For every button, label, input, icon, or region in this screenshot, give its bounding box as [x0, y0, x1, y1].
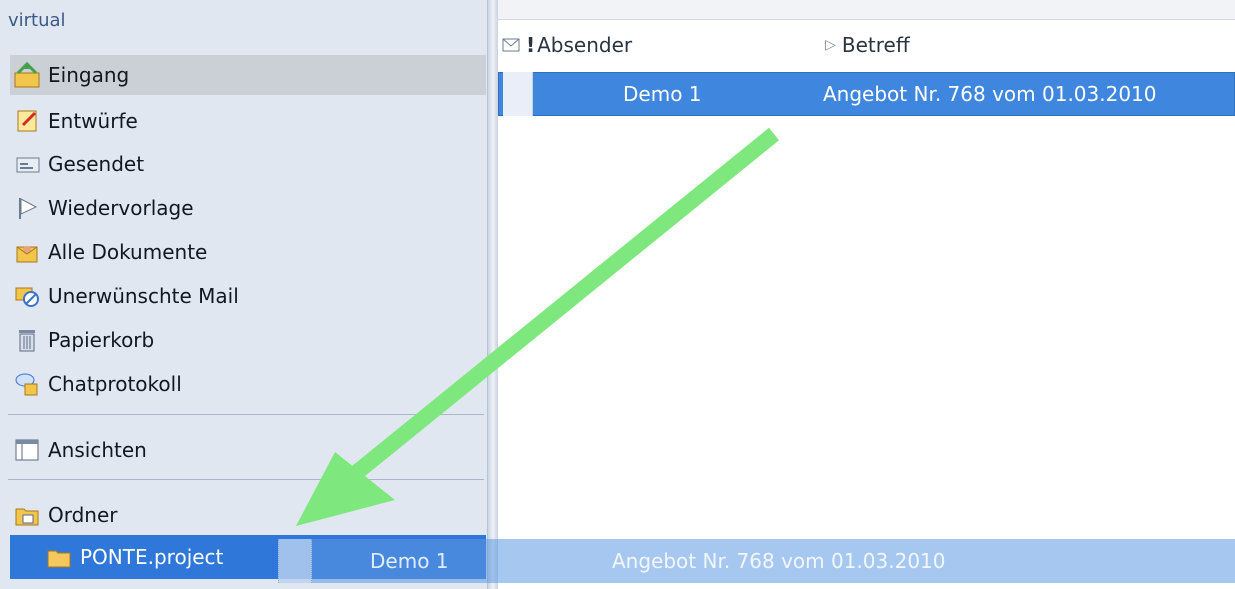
sidebar-item-label: PONTE.project: [80, 545, 224, 569]
views-icon: [10, 434, 44, 466]
sidebar-item-ordner[interactable]: Ordner: [10, 495, 486, 535]
all-documents-icon: [10, 236, 44, 268]
mail-client-window: virtual Eingang Entwürfe Gesendet Wieder…: [0, 0, 1235, 589]
sidebar-item-papierkorb[interactable]: Papierkorb: [10, 320, 486, 360]
sidebar-item-wiedervorlage[interactable]: Wiedervorlage: [10, 188, 486, 228]
drag-sender: Demo 1: [370, 549, 449, 573]
list-toolbar: [498, 0, 1235, 20]
folder-icon: [42, 541, 76, 573]
sidebar-item-label: Entwürfe: [48, 109, 138, 133]
sidebar-item-label: Ansichten: [48, 438, 147, 462]
sidebar-item-label: Gesendet: [48, 152, 145, 176]
list-header: ! Absender ▷ Betreff: [498, 25, 1235, 65]
followup-flag-icon: [10, 192, 44, 224]
junk-mail-icon: [10, 280, 44, 312]
sidebar-item-label: Chatprotokoll: [48, 372, 182, 396]
drag-handle: [278, 539, 312, 583]
sidebar-item-gesendet[interactable]: Gesendet: [10, 144, 486, 184]
sidebar-item-label: Unerwünschte Mail: [48, 284, 239, 308]
column-header-sender[interactable]: Absender: [537, 33, 825, 57]
sidebar-item-label: Alle Dokumente: [48, 240, 208, 264]
drafts-icon: [10, 105, 44, 137]
sent-icon: [10, 148, 44, 180]
sidebar-item-label: Papierkorb: [48, 328, 155, 352]
sidebar-item-ansichten[interactable]: Ansichten: [10, 430, 486, 470]
drag-subject: Angebot Nr. 768 vom 01.03.2010: [612, 549, 946, 573]
sidebar-divider: [8, 414, 484, 415]
sidebar-item-eingang[interactable]: Eingang: [10, 55, 486, 95]
sidebar-item-label: Eingang: [48, 63, 130, 87]
column-header-subject[interactable]: Betreff: [842, 33, 910, 57]
sidebar: virtual Eingang Entwürfe Gesendet Wieder…: [0, 0, 488, 589]
sidebar-item-chatprotokoll[interactable]: Chatprotokoll: [10, 364, 486, 404]
sidebar-item-entwuerfe[interactable]: Entwürfe: [10, 101, 486, 141]
sidebar-item-label: Ordner: [48, 503, 118, 527]
row-sender: Demo 1: [623, 82, 702, 106]
row-status-box[interactable]: [503, 72, 533, 116]
sidebar-title: virtual: [8, 10, 66, 31]
envelope-icon[interactable]: [502, 33, 526, 57]
sidebar-item-label: Wiedervorlage: [48, 196, 194, 220]
drag-preview-row: Demo 1 Angebot Nr. 768 vom 01.03.2010: [278, 539, 1235, 583]
table-row[interactable]: Demo 1 Angebot Nr. 768 vom 01.03.2010: [498, 72, 1235, 116]
chat-log-icon: [10, 368, 44, 400]
pane-splitter[interactable]: [488, 0, 498, 589]
trash-icon: [10, 324, 44, 356]
inbox-icon: [10, 59, 44, 91]
message-list: ! Absender ▷ Betreff Demo 1 Angebot Nr. …: [498, 0, 1235, 589]
sidebar-item-unerwuenschte-mail[interactable]: Unerwünschte Mail: [10, 276, 486, 316]
sidebar-divider: [8, 479, 484, 480]
folders-icon: [10, 499, 44, 531]
importance-icon[interactable]: !: [526, 33, 535, 57]
sidebar-item-alle-dokumente[interactable]: Alle Dokumente: [10, 232, 486, 272]
sort-triangle-icon[interactable]: ▷: [825, 37, 836, 53]
row-subject: Angebot Nr. 768 vom 01.03.2010: [823, 82, 1157, 106]
